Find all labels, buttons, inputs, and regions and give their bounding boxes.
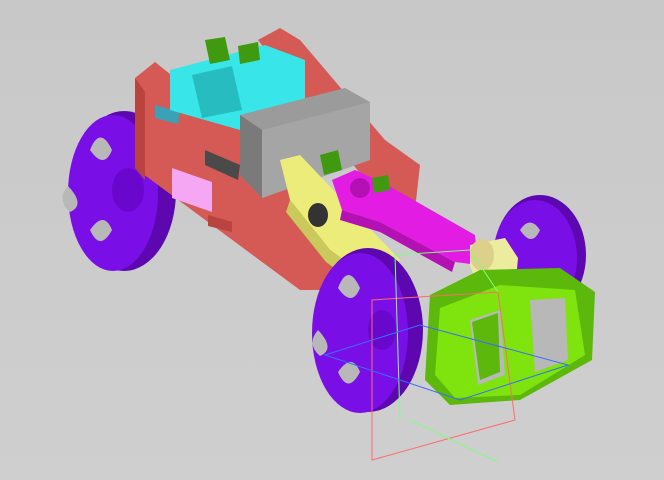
cad-scene[interactable] <box>0 0 664 480</box>
pivot <box>308 203 328 227</box>
front-left-wheel[interactable] <box>312 248 423 413</box>
cad-viewport[interactable] <box>0 0 664 480</box>
